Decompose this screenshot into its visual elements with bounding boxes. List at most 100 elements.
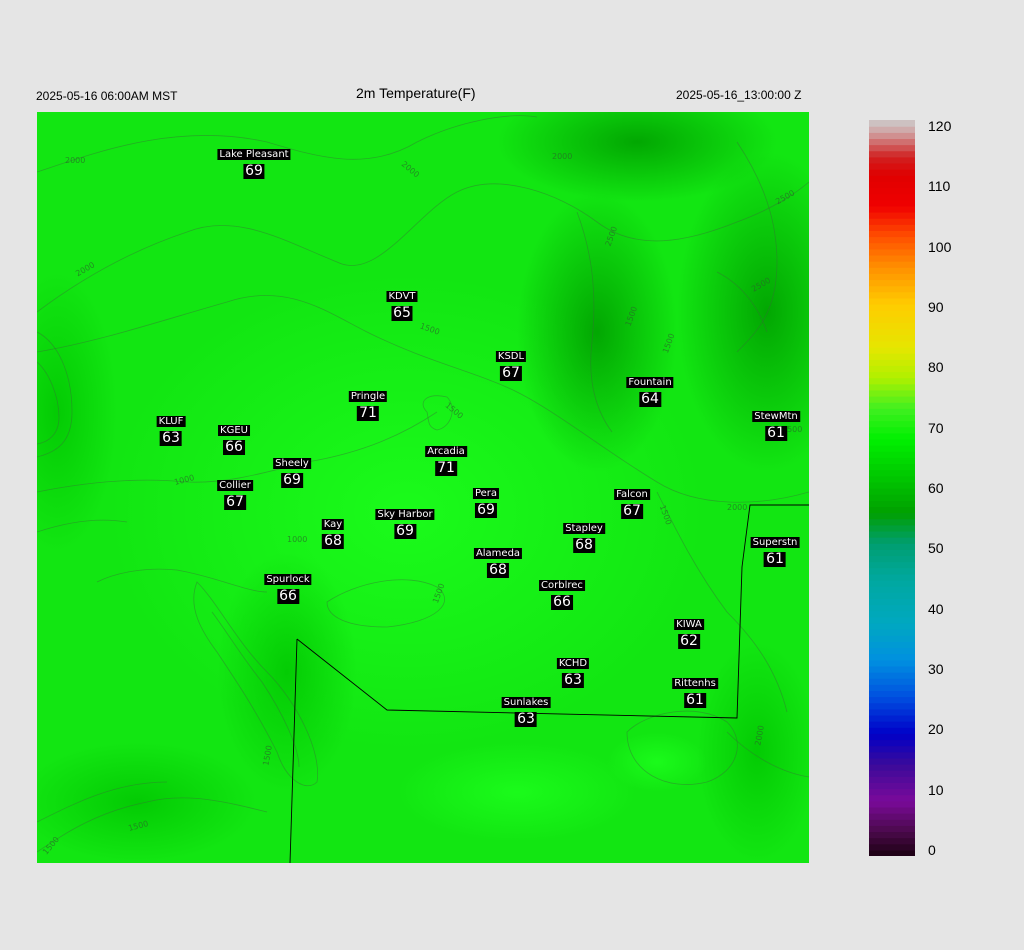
station-value: 68	[487, 562, 509, 578]
colorbar-band	[869, 512, 915, 520]
colorbar-band	[869, 586, 915, 593]
colorbar-band	[869, 684, 915, 691]
colorbar-band	[869, 622, 915, 630]
colorbar-band	[869, 304, 915, 311]
colorbar-tick: 40	[928, 600, 944, 617]
station-value: 69	[475, 502, 497, 518]
colorbar-tick: 100	[928, 238, 952, 255]
station-name: Alameda	[473, 548, 523, 559]
station-kay: Kay 68	[321, 514, 345, 549]
colorbar-band	[869, 340, 915, 348]
colorbar-band	[869, 236, 915, 244]
station-name: Falcon	[614, 489, 650, 500]
station-name: Collier	[217, 480, 253, 491]
colorbar-band	[869, 629, 915, 636]
station-stapley: Stapley 68	[563, 518, 605, 553]
colorbar-band	[869, 402, 915, 409]
colorbar-band	[869, 530, 915, 538]
colorbar-band	[869, 346, 915, 354]
colorbar-band	[869, 488, 915, 495]
colorbar-band	[869, 279, 915, 287]
colorbar-band	[869, 334, 915, 342]
station-value: 71	[435, 460, 457, 476]
colorbar-band	[869, 831, 915, 839]
station-kluf: KLUF 63	[156, 411, 186, 446]
colorbar-band	[869, 770, 915, 777]
svg-text:2000: 2000	[65, 156, 85, 165]
colorbar-band	[869, 598, 915, 606]
station-stewmtn: StewMtn 61	[752, 406, 800, 441]
colorbar-tick: 80	[928, 359, 944, 376]
station-alameda: Alameda 68	[473, 543, 523, 578]
colorbar-band	[869, 230, 915, 238]
colorbar-band	[869, 175, 915, 182]
colorbar-band	[869, 285, 915, 293]
colorbar-band	[869, 365, 915, 373]
station-sheely: Sheely 69	[273, 453, 311, 488]
station-name: Corblrec	[539, 580, 585, 591]
station-name: Fountain	[626, 377, 674, 388]
colorbar-band	[869, 181, 915, 189]
colorbar-band	[869, 708, 915, 716]
colorbar-band	[869, 782, 915, 790]
station-name: Spurlock	[264, 574, 312, 585]
station-falcon: Falcon 67	[614, 484, 650, 519]
colorbar-band	[869, 788, 915, 796]
station-name: Sunlakes	[501, 697, 551, 708]
colorbar-tick: 20	[928, 721, 944, 738]
colorbar-band	[869, 745, 915, 753]
station-lake-pleasant: Lake Pleasant 69	[217, 144, 291, 179]
colorbar-band	[869, 825, 915, 833]
colorbar-tick: 90	[928, 299, 944, 315]
station-collier: Collier 67	[217, 475, 253, 510]
colorbar-band	[869, 353, 915, 360]
station-value: 66	[277, 588, 299, 604]
station-sky-harbor: Sky Harbor 69	[375, 504, 435, 539]
colorbar-band	[869, 543, 915, 550]
colorbar-band	[869, 199, 915, 207]
station-name: Arcadia	[425, 446, 467, 457]
colorbar-band	[869, 126, 915, 133]
colorbar-band	[869, 610, 915, 618]
colorbar-band	[869, 242, 915, 250]
colorbar-band	[869, 702, 915, 710]
colorbar-band	[869, 371, 915, 379]
colorbar-band	[869, 389, 915, 397]
station-value: 62	[678, 633, 700, 649]
colorbar	[869, 120, 915, 857]
station-value: 67	[500, 365, 522, 381]
station-name: StewMtn	[752, 411, 800, 422]
station-name: KLUF	[156, 416, 186, 427]
colorbar-band	[869, 248, 915, 256]
station-value: 67	[224, 494, 246, 510]
colorbar-band	[869, 580, 915, 587]
colorbar-band	[869, 138, 915, 146]
station-value: 63	[160, 430, 182, 446]
station-pera: Pera 69	[472, 483, 500, 518]
colorbar-band	[869, 291, 915, 299]
station-value: 67	[621, 503, 643, 519]
colorbar-band	[869, 500, 915, 507]
station-ksdl: KSDL 67	[495, 346, 527, 381]
colorbar-band	[869, 641, 915, 649]
colorbar-band	[869, 359, 915, 366]
colorbar-band	[869, 205, 915, 213]
colorbar-band	[869, 162, 915, 170]
colorbar-band	[869, 267, 915, 274]
colorbar-band	[869, 555, 915, 563]
colorbar-band	[869, 316, 915, 323]
colorbar-band	[869, 377, 915, 385]
colorbar-band	[869, 819, 915, 826]
station-corblrec: Corblrec 66	[539, 575, 585, 610]
colorbar-band	[869, 218, 915, 225]
station-value: 71	[357, 405, 379, 421]
station-value: 68	[573, 537, 595, 553]
station-rittenhs: Rittenhs 61	[672, 673, 718, 708]
colorbar-band	[869, 408, 915, 415]
colorbar-band	[869, 604, 915, 612]
colorbar-band	[869, 383, 915, 391]
colorbar-band	[869, 739, 915, 747]
colorbar-band	[869, 727, 915, 734]
colorbar-band	[869, 396, 915, 403]
colorbar-band	[869, 445, 915, 452]
